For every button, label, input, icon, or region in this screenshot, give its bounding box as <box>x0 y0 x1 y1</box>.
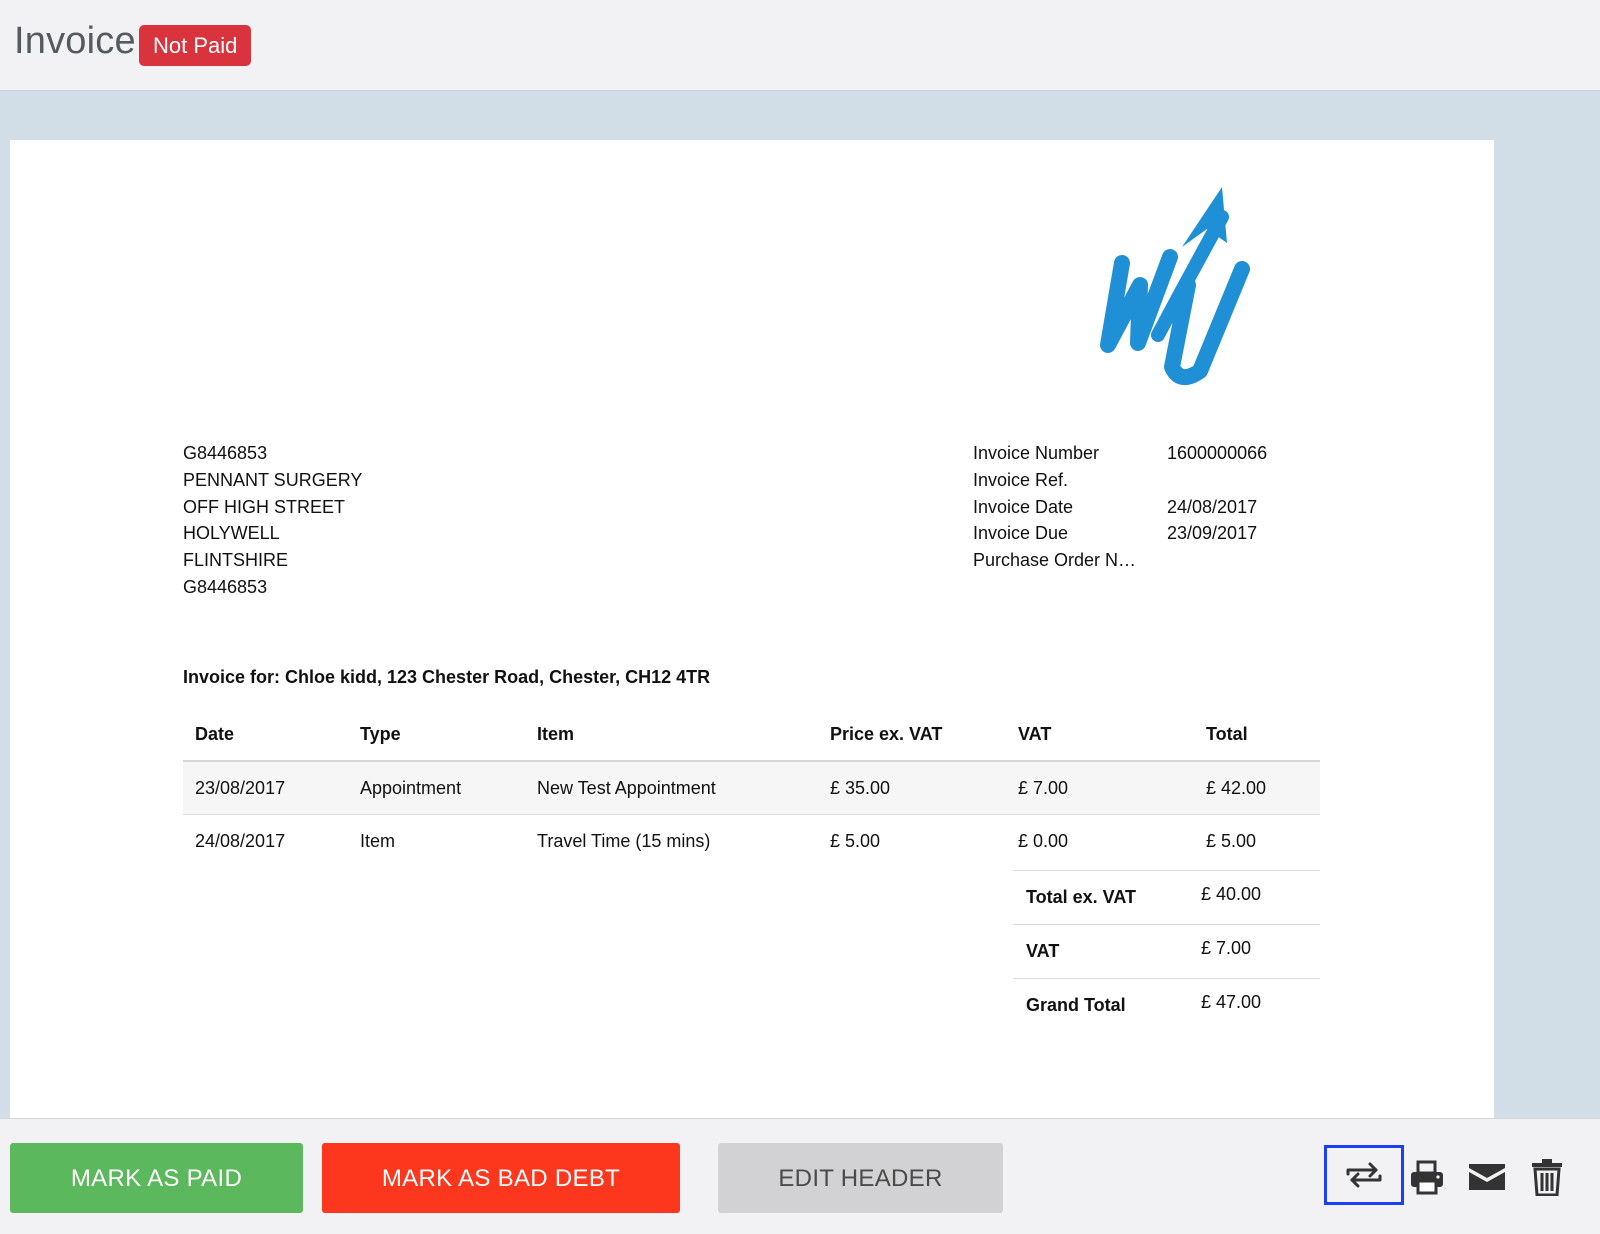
total-ex-vat-row: Total ex. VAT £ 40.00 <box>1013 870 1320 924</box>
table-header-row: Date Type Item Price ex. VAT VAT Total <box>183 709 1320 762</box>
status-badge: Not Paid <box>139 25 252 66</box>
meta-label: Invoice Date <box>973 496 1074 517</box>
grand-total-row: Grand Total £ 47.00 <box>1013 978 1320 1032</box>
meta-row-invoice-date: Invoice Date 24/08/2017 <box>973 494 1297 521</box>
meta-row-invoice-due: Invoice Due 23/09/2017 <box>973 520 1297 547</box>
address-line: FLINTSHIRE <box>183 550 289 571</box>
email-button[interactable] <box>1458 1147 1516 1207</box>
cell-vat: £ 0.00 <box>1018 830 1069 851</box>
address-line: HOLYWELL <box>183 523 280 544</box>
print-button[interactable] <box>1398 1147 1456 1207</box>
convert-icon <box>1346 1162 1382 1188</box>
meta-row-invoice-ref: Invoice Ref. <box>973 467 1297 494</box>
mark-as-bad-debt-button[interactable]: MARK AS BAD DEBT <box>322 1143 680 1213</box>
action-bar: MARK AS PAID MARK AS BAD DEBT EDIT HEADE… <box>0 1118 1600 1234</box>
meta-row-purchase-order: Purchase Order N… <box>973 547 1297 574</box>
cell-item: New Test Appointment <box>525 761 818 815</box>
total-value: £ 40.00 <box>1201 884 1262 904</box>
column-header-item: Item <box>525 709 818 762</box>
invoice-meta: Invoice Number 1600000066 Invoice Ref. I… <box>973 440 1297 574</box>
invoice-totals: Total ex. VAT £ 40.00 VAT £ 7.00 Grand T… <box>1013 870 1320 1032</box>
table-row: 24/08/2017 Item Travel Time (15 mins) £ … <box>183 815 1320 868</box>
mark-as-paid-button[interactable]: MARK AS PAID <box>10 1143 303 1213</box>
company-logo <box>1100 187 1250 385</box>
meta-value: 24/08/2017 <box>1167 496 1258 517</box>
invoice-recipient: Invoice for: Chloe kidd, 123 Chester Roa… <box>183 667 711 687</box>
total-value: £ 47.00 <box>1201 992 1262 1012</box>
column-header-date: Date <box>183 709 348 762</box>
cell-type: Item <box>360 830 396 851</box>
cell-total: £ 42.00 <box>1194 761 1320 815</box>
address-line: OFF HIGH STREET <box>183 496 345 517</box>
total-label: Grand Total <box>1026 995 1126 1015</box>
print-icon <box>1411 1160 1443 1195</box>
column-header-vat: VAT <box>1006 709 1194 762</box>
column-header-type: Type <box>348 709 525 762</box>
page-header: Invoice Not Paid <box>0 0 1600 91</box>
convert-button[interactable] <box>1324 1145 1404 1205</box>
edit-header-button[interactable]: EDIT HEADER <box>718 1143 1003 1213</box>
address-line: PENNANT SURGERY <box>183 469 363 490</box>
cell-date: 24/08/2017 <box>195 830 286 851</box>
meta-value <box>1167 547 1297 574</box>
table-row: 23/08/2017 Appointment New Test Appointm… <box>183 761 1320 815</box>
billing-address: G8446853 PENNANT SURGERY OFF HIGH STREET… <box>183 440 362 601</box>
cell-type: Appointment <box>348 761 525 815</box>
total-value: £ 7.00 <box>1201 938 1252 958</box>
trash-icon <box>1532 1159 1562 1196</box>
cell-price: £ 35.00 <box>818 761 1006 815</box>
meta-label: Invoice Due <box>973 523 1069 544</box>
meta-label: Invoice Number <box>973 443 1100 463</box>
vat-row: VAT £ 7.00 <box>1013 924 1320 978</box>
page-title: Invoice <box>14 20 136 62</box>
email-icon <box>1469 1164 1505 1190</box>
meta-label: Invoice Ref. <box>973 469 1069 490</box>
column-header-price: Price ex. VAT <box>818 709 1006 762</box>
cell-item: Travel Time (15 mins) <box>537 830 711 851</box>
meta-value <box>1167 467 1297 494</box>
meta-value: 1600000066 <box>1167 443 1268 463</box>
invoice-items-table: Date Type Item Price ex. VAT VAT Total 2… <box>183 709 1320 867</box>
cell-total: £ 5.00 <box>1206 830 1257 851</box>
meta-label: Purchase Order N… <box>973 550 1137 571</box>
cell-price: £ 5.00 <box>830 830 881 851</box>
address-line: G8446853 <box>183 443 268 463</box>
meta-row-invoice-number: Invoice Number 1600000066 <box>973 440 1297 467</box>
column-header-total: Total <box>1194 709 1320 762</box>
cell-date: 23/08/2017 <box>183 761 348 815</box>
total-label: Total ex. VAT <box>1026 887 1137 907</box>
meta-value: 23/09/2017 <box>1167 523 1258 544</box>
total-label: VAT <box>1026 941 1060 961</box>
cell-vat: £ 7.00 <box>1006 761 1194 815</box>
delete-button[interactable] <box>1518 1147 1576 1207</box>
address-line: G8446853 <box>183 576 268 597</box>
